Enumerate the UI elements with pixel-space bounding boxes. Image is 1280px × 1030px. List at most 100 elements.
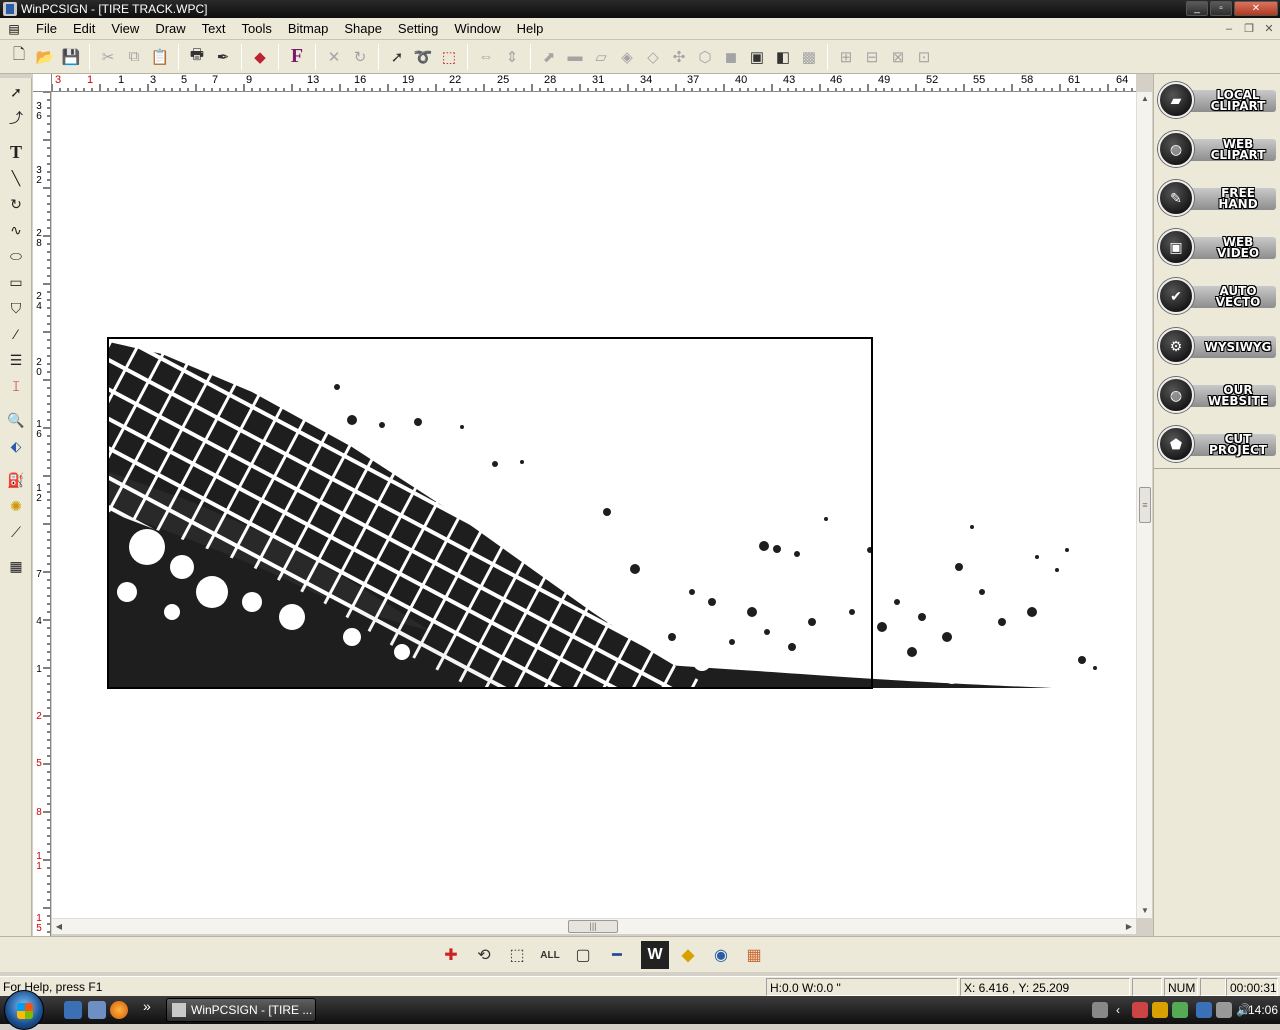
arc-tool-icon[interactable]: ↻ (4, 192, 28, 216)
taskbar-winpcsign-button[interactable]: WinPCSIGN - [TIRE ... (166, 998, 316, 1022)
color-wheel-icon[interactable]: ✺ (4, 494, 28, 518)
start-button[interactable] (4, 990, 44, 1030)
zoom-previous-icon[interactable]: ⟲ (470, 941, 498, 969)
flip-vertical-icon[interactable]: ⇕ (500, 45, 524, 69)
zoom-in-icon[interactable]: ✚ (437, 941, 465, 969)
palette-icon[interactable]: ▦ (740, 941, 768, 969)
scroll-left-icon[interactable]: ◀ (52, 919, 66, 935)
security-icon[interactable] (1152, 1002, 1168, 1018)
fill-tool-icon[interactable]: ⛽ (4, 468, 28, 492)
ellipse-tool-icon[interactable]: ⬭ (4, 244, 28, 268)
flip-horizontal-icon[interactable]: ⇔ (474, 45, 498, 69)
web-clipart-button[interactable]: ◍ WEB CLIPART (1158, 129, 1276, 169)
rectangle-tool-icon[interactable]: ▭ (4, 270, 28, 294)
font-icon[interactable]: F (285, 45, 309, 69)
zoom-tool-icon[interactable]: 🔍 (4, 408, 28, 432)
tire-track-artwork[interactable] (52, 92, 1136, 918)
vertical-scrollbar[interactable]: ▲ ≡ ▼ (1136, 92, 1152, 918)
doc-restore-button[interactable]: ❐ (1240, 21, 1258, 37)
horizontal-scrollbar[interactable]: ◀ ||| ▶ (52, 918, 1136, 934)
lasso-icon[interactable]: ➰ (411, 45, 435, 69)
menu-setting[interactable]: Setting (390, 18, 446, 40)
close-button[interactable]: ✕ (1234, 1, 1278, 16)
menu-help[interactable]: Help (509, 18, 552, 40)
display-icon[interactable] (1196, 1002, 1212, 1018)
menu-text[interactable]: Text (194, 18, 234, 40)
power-icon[interactable] (1216, 1002, 1232, 1018)
zoom-out-icon[interactable]: ━ (603, 941, 631, 969)
cut-project-button[interactable]: ⬟ CUT PROJECT (1158, 424, 1276, 464)
document-icon[interactable]: ▤ (6, 22, 22, 36)
vertical-scroll-thumb[interactable]: ≡ (1139, 487, 1151, 523)
zoom-select-icon[interactable]: ▢ (569, 941, 597, 969)
globe-icon[interactable]: ◉ (707, 941, 735, 969)
clock[interactable]: 14:06 (1248, 996, 1278, 1024)
weld-icon[interactable]: ▬ (563, 45, 587, 69)
scroll-up-icon[interactable]: ▲ (1137, 92, 1153, 106)
save-icon[interactable]: 💾 (59, 45, 83, 69)
menu-tools[interactable]: Tools (234, 18, 280, 40)
menu-draw[interactable]: Draw (147, 18, 193, 40)
paste-icon[interactable]: 📋 (148, 45, 172, 69)
stamp-tool-icon[interactable]: ⛉ (4, 296, 28, 320)
drawing-canvas[interactable] (52, 92, 1136, 918)
paragraph-tool-icon[interactable]: ☰ (4, 348, 28, 372)
switch-windows-icon[interactable] (88, 1001, 106, 1019)
slant-icon[interactable]: ▱ (589, 45, 613, 69)
our-website-button[interactable]: ◍ OUR WEBSITE (1158, 375, 1276, 415)
menu-edit[interactable]: Edit (65, 18, 103, 40)
group-icon[interactable]: ▩ (797, 45, 821, 69)
line-tool-icon[interactable]: ╲ (4, 166, 28, 190)
tray-expand-icon[interactable]: ‹ (1116, 996, 1120, 1024)
bring-front-icon[interactable]: ▣ (745, 45, 769, 69)
web-video-button[interactable]: ▣ WEB VIDEO (1158, 227, 1276, 267)
pointer-tool-icon[interactable]: ➚ (4, 80, 28, 104)
network-icon[interactable] (1132, 1002, 1148, 1018)
color-icon[interactable]: ◆ (248, 45, 272, 69)
outline-icon[interactable]: ◈ (615, 45, 639, 69)
auto-vecto-button[interactable]: ✔ AUTO VECTO (1158, 276, 1276, 316)
show-desktop-icon[interactable] (64, 1001, 82, 1019)
mirror-icon[interactable]: ⬈ (537, 45, 561, 69)
minimize-button[interactable]: _ (1186, 1, 1208, 16)
update-icon[interactable] (1172, 1002, 1188, 1018)
c-logo-icon[interactable]: ◆ (674, 941, 702, 969)
text-tool-icon[interactable]: T (4, 140, 28, 164)
horizontal-scroll-thumb[interactable]: ||| (568, 920, 618, 933)
align-center-icon[interactable]: ⊠ (886, 45, 910, 69)
redo-icon[interactable]: ↻ (348, 45, 372, 69)
zoom-window-icon[interactable]: ⬚ (503, 941, 531, 969)
free-hand-button[interactable]: ✎ FREE HAND (1158, 178, 1276, 218)
bezier-tool-icon[interactable]: ∿ (4, 218, 28, 242)
node-icon[interactable]: ⬚ (437, 45, 461, 69)
menu-bitmap[interactable]: Bitmap (280, 18, 336, 40)
menu-window[interactable]: Window (446, 18, 508, 40)
scroll-down-icon[interactable]: ▼ (1137, 904, 1153, 918)
doc-close-button[interactable]: ✕ (1260, 21, 1278, 37)
weed-icon[interactable]: ⬡ (693, 45, 717, 69)
quicklaunch-more-button[interactable]: » (143, 998, 151, 1014)
align-icon[interactable]: ⊞ (834, 45, 858, 69)
menu-shape[interactable]: Shape (336, 18, 390, 40)
shadow-icon[interactable]: ◼ (719, 45, 743, 69)
new-file-icon[interactable]: 🗋 (7, 45, 31, 69)
keyboard-icon[interactable] (1092, 1002, 1108, 1018)
knife-tool-icon[interactable]: ⁄ (4, 322, 28, 346)
open-folder-icon[interactable]: 📂 (33, 45, 57, 69)
zoom-all-icon[interactable]: ALL (536, 941, 564, 969)
local-clipart-button[interactable]: ▰ LOCAL CLIPART (1158, 80, 1276, 120)
wysiwyg-button[interactable]: ⚙ WYSIWYG (1158, 326, 1276, 366)
w-logo-icon[interactable]: W (641, 941, 669, 969)
eraser-tool-icon[interactable]: ⬖ (4, 434, 28, 458)
text-frame-tool-icon[interactable]: 𝙸 (4, 374, 28, 398)
scroll-right-icon[interactable]: ▶ (1122, 919, 1136, 935)
erase-icon[interactable]: ◇ (641, 45, 665, 69)
menu-file[interactable]: File (28, 18, 65, 40)
maximize-button[interactable]: ▫ (1210, 1, 1232, 16)
copy-icon[interactable]: ⧉ (122, 45, 146, 69)
cutter-icon[interactable]: ✒ (211, 45, 235, 69)
align-left-icon[interactable]: ⊟ (860, 45, 884, 69)
delete-icon[interactable]: ✕ (322, 45, 346, 69)
print-icon[interactable]: 🖶 (185, 45, 209, 69)
cut-icon[interactable]: ✂ (96, 45, 120, 69)
